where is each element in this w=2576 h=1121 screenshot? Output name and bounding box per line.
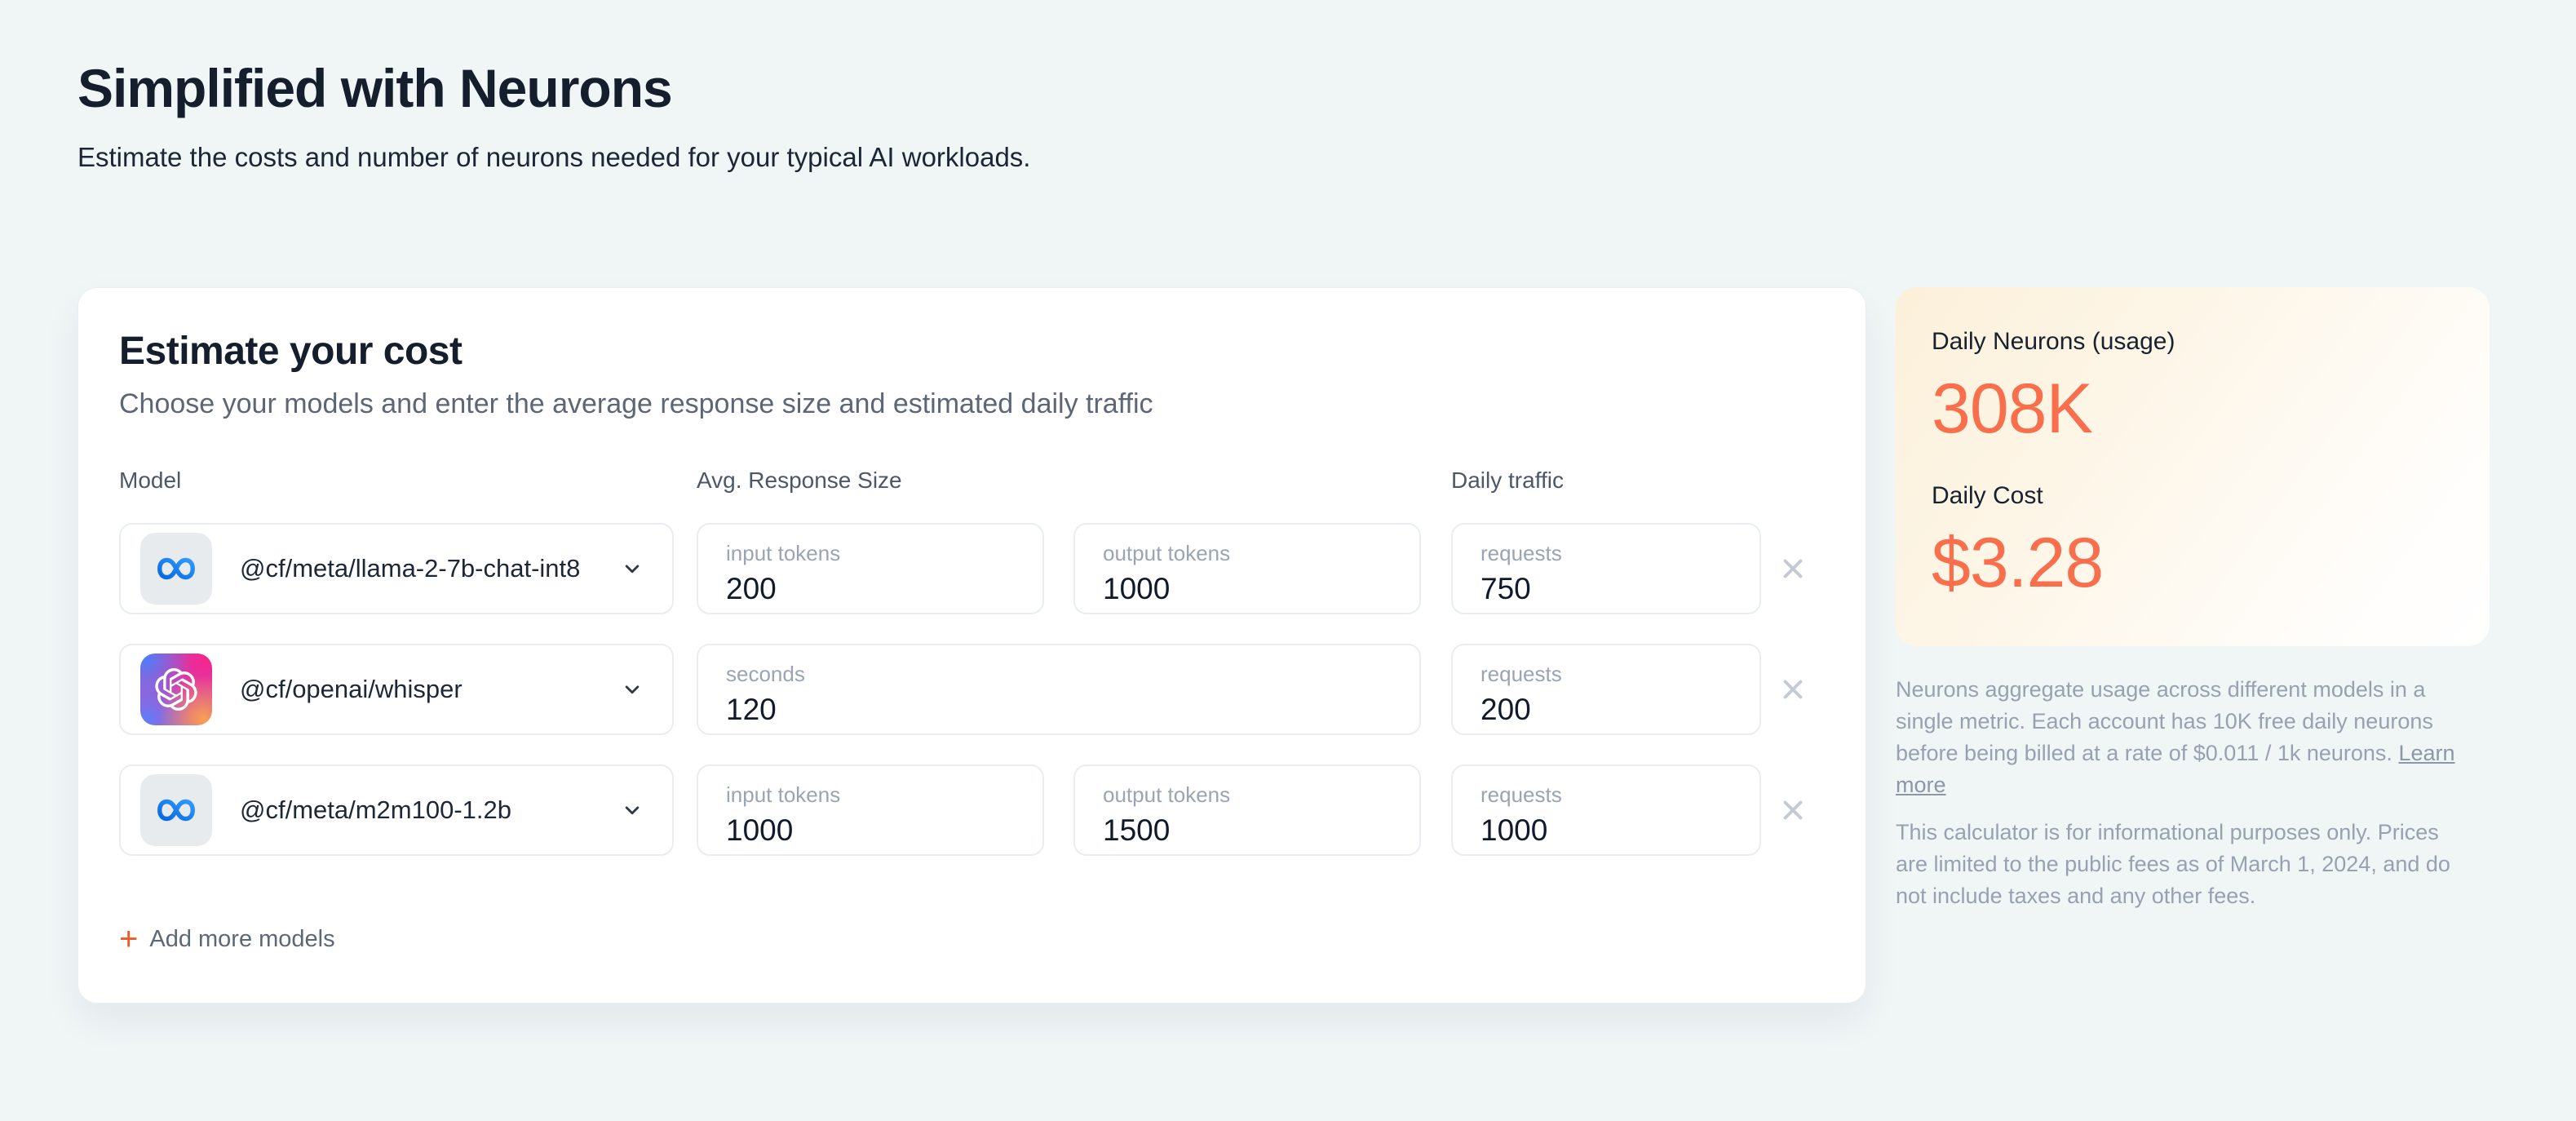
seconds-field[interactable]: seconds [697, 644, 1421, 735]
card-subtitle: Choose your models and enter the average… [119, 388, 1153, 419]
model-select-label: @cf/meta/m2m100-1.2b [240, 795, 511, 824]
column-header-daily-traffic: Daily traffic [1451, 467, 1564, 493]
model-select-whisper[interactable]: @cf/openai/whisper [119, 644, 674, 735]
model-select-label: @cf/meta/llama-2-7b-chat-int8 [240, 554, 581, 583]
disclaimer-notes: Neurons aggregate usage across different… [1896, 674, 2467, 912]
cost-estimator-card: Estimate your cost Choose your models an… [77, 287, 1866, 1004]
chevron-down-icon [620, 798, 644, 822]
daily-neurons-label: Daily Neurons (usage) [1932, 328, 2175, 355]
requests-input[interactable] [1481, 693, 1730, 727]
response-size-fields: seconds [697, 644, 1421, 735]
output-tokens-input[interactable] [1103, 572, 1388, 606]
model-select-llama[interactable]: @cf/meta/llama-2-7b-chat-int8 [119, 523, 674, 614]
model-row-1: @cf/meta/llama-2-7b-chat-int8 input toke… [119, 523, 1825, 614]
meta-infinity-icon [140, 774, 212, 846]
card-title: Estimate your cost [119, 330, 463, 373]
response-size-fields: input tokens output tokens [697, 523, 1421, 614]
x-icon [1783, 559, 1803, 578]
neurons-explainer-note: Neurons aggregate usage across different… [1896, 674, 2467, 802]
field-placeholder-label: input tokens [726, 782, 841, 807]
model-row-2: @cf/openai/whisper seconds 120 requests … [119, 644, 1825, 735]
model-select-label: @cf/openai/whisper [240, 675, 463, 703]
input-tokens-input[interactable] [726, 813, 1011, 848]
openai-logo-icon [140, 654, 212, 725]
input-tokens-field[interactable]: input tokens [697, 523, 1044, 614]
field-placeholder-label: requests [1481, 541, 1562, 565]
output-tokens-input[interactable] [1103, 813, 1388, 848]
page-subtitle: Estimate the costs and number of neurons… [77, 142, 1031, 172]
chevron-down-icon [620, 677, 644, 702]
model-rows: @cf/meta/llama-2-7b-chat-int8 input toke… [119, 523, 1825, 856]
chevron-down-icon [620, 556, 644, 581]
field-placeholder-label: output tokens [1103, 541, 1231, 565]
field-placeholder-label: requests [1481, 782, 1562, 807]
requests-field[interactable]: requests [1451, 644, 1761, 735]
page-title: Simplified with Neurons [77, 58, 673, 118]
field-placeholder-label: input tokens [726, 541, 841, 565]
neurons-pricing-page: Simplified with Neurons Estimate the cos… [0, 0, 2576, 1121]
output-tokens-field[interactable]: output tokens [1073, 764, 1421, 856]
field-placeholder-label: requests [1481, 662, 1562, 686]
x-icon [1783, 680, 1803, 699]
column-headers: Model Avg. Response Size Daily traffic [119, 467, 1825, 494]
field-placeholder-label: output tokens [1103, 782, 1231, 807]
daily-neurons-value: 308K [1932, 370, 2093, 448]
summary-column: Daily Neurons (usage) 308K Daily Cost $3… [1896, 287, 2490, 912]
remove-row-button[interactable] [1761, 764, 1825, 856]
remove-row-button[interactable] [1761, 644, 1825, 735]
model-select-m2m100[interactable]: @cf/meta/m2m100-1.2b [119, 764, 674, 856]
daily-cost-value: $3.28 [1932, 524, 2104, 602]
plus-icon: + [119, 921, 139, 957]
calculator-disclaimer-note: This calculator is for informational pur… [1896, 819, 2450, 908]
column-header-avg-response-size: Avg. Response Size [697, 467, 902, 493]
input-tokens-input[interactable] [726, 572, 1011, 606]
requests-input[interactable] [1481, 572, 1730, 606]
column-header-model: Model [119, 467, 182, 493]
output-tokens-field[interactable]: output tokens [1073, 523, 1421, 614]
add-more-models-button[interactable]: + Add more models [119, 923, 335, 955]
summary-panel: Daily Neurons (usage) 308K Daily Cost $3… [1896, 287, 2490, 646]
field-placeholder-label: seconds [726, 662, 805, 686]
remove-row-button[interactable] [1761, 523, 1825, 614]
model-row-3: @cf/meta/m2m100-1.2b input tokens 1000 o… [119, 764, 1825, 856]
response-size-fields: input tokens output tokens [697, 764, 1421, 856]
content-area: Estimate your cost Choose your models an… [77, 287, 2499, 1004]
requests-input[interactable] [1481, 813, 1730, 848]
x-icon [1783, 800, 1803, 820]
daily-cost-label: Daily Cost [1932, 482, 2043, 509]
neurons-explainer-text: Neurons aggregate usage across different… [1896, 677, 2433, 766]
seconds-input[interactable] [726, 693, 1370, 727]
add-more-models-label: Add more models [149, 925, 335, 952]
requests-field[interactable]: requests [1451, 523, 1761, 614]
requests-field[interactable]: requests [1451, 764, 1761, 856]
input-tokens-field[interactable]: input tokens [697, 764, 1044, 856]
meta-infinity-icon [140, 533, 212, 605]
